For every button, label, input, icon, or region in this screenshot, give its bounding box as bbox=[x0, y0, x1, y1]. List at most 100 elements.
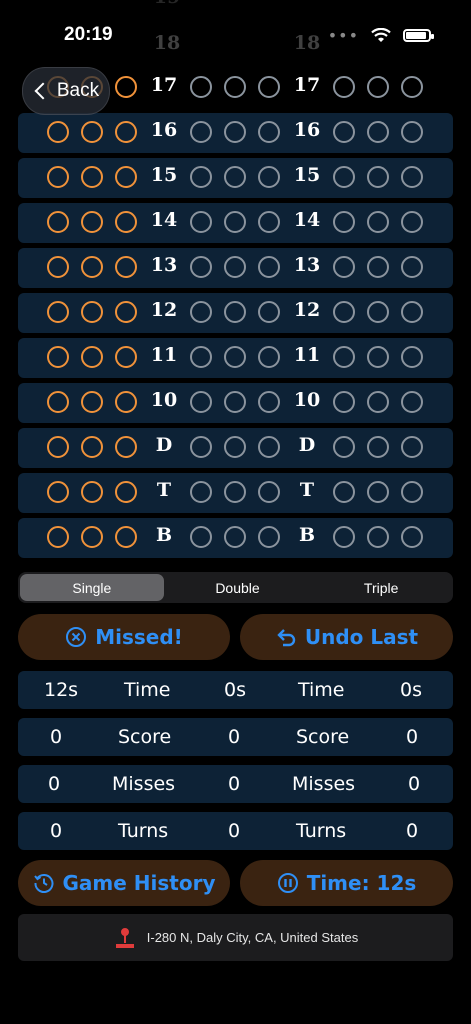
hit-marker-player2[interactable] bbox=[258, 256, 280, 278]
hit-marker-player1[interactable] bbox=[115, 391, 137, 413]
hit-marker-player3[interactable] bbox=[333, 211, 355, 233]
hit-marker-player2[interactable] bbox=[224, 121, 246, 143]
hit-marker-player2[interactable] bbox=[258, 346, 280, 368]
hit-marker-player2[interactable] bbox=[258, 436, 280, 458]
hit-marker-player2[interactable] bbox=[258, 526, 280, 548]
hit-marker-player3[interactable] bbox=[333, 391, 355, 413]
hit-marker-player3[interactable] bbox=[401, 76, 423, 98]
hit-marker-player2[interactable] bbox=[190, 301, 212, 323]
hit-marker-player3[interactable] bbox=[367, 346, 389, 368]
hit-marker-player3[interactable] bbox=[401, 436, 423, 458]
hit-marker-player1[interactable] bbox=[47, 436, 69, 458]
hit-marker-player3[interactable] bbox=[367, 391, 389, 413]
hit-marker-player3[interactable] bbox=[367, 121, 389, 143]
hit-marker-player3[interactable] bbox=[333, 526, 355, 548]
hit-marker-player2[interactable] bbox=[258, 121, 280, 143]
hit-marker-player2[interactable] bbox=[190, 526, 212, 548]
hit-marker-player3[interactable] bbox=[401, 211, 423, 233]
hit-marker-player2[interactable] bbox=[224, 166, 246, 188]
hit-marker-player1[interactable] bbox=[47, 121, 69, 143]
hit-marker-player1[interactable] bbox=[47, 256, 69, 278]
game-history-button[interactable]: Game History bbox=[18, 860, 230, 906]
hit-marker-player2[interactable] bbox=[190, 166, 212, 188]
hit-marker-player1[interactable] bbox=[115, 346, 137, 368]
pause-timer-button[interactable]: Time: 12s bbox=[240, 860, 453, 906]
hit-marker-player3[interactable] bbox=[401, 301, 423, 323]
hit-marker-player2[interactable] bbox=[190, 481, 212, 503]
hit-marker-player1[interactable] bbox=[47, 166, 69, 188]
hit-marker-player1[interactable] bbox=[81, 301, 103, 323]
hit-marker-player2[interactable] bbox=[190, 121, 212, 143]
hit-marker-player1[interactable] bbox=[115, 166, 137, 188]
hit-marker-player1[interactable] bbox=[47, 481, 69, 503]
hit-marker-player2[interactable] bbox=[258, 166, 280, 188]
hit-marker-player3[interactable] bbox=[367, 166, 389, 188]
hit-marker-player1[interactable] bbox=[47, 301, 69, 323]
hit-marker-player3[interactable] bbox=[401, 526, 423, 548]
hit-marker-player1[interactable] bbox=[115, 256, 137, 278]
undo-last-button[interactable]: Undo Last bbox=[240, 614, 453, 660]
hit-marker-player1[interactable] bbox=[115, 301, 137, 323]
hit-marker-player1[interactable] bbox=[81, 526, 103, 548]
hit-marker-player3[interactable] bbox=[367, 256, 389, 278]
hit-marker-player2[interactable] bbox=[190, 76, 212, 98]
hit-marker-player1[interactable] bbox=[47, 391, 69, 413]
hit-marker-player2[interactable] bbox=[258, 76, 280, 98]
hit-marker-player2[interactable] bbox=[224, 76, 246, 98]
hit-marker-player1[interactable] bbox=[115, 526, 137, 548]
hit-marker-player2[interactable] bbox=[190, 391, 212, 413]
hit-marker-player1[interactable] bbox=[115, 76, 137, 98]
hit-marker-player3[interactable] bbox=[333, 301, 355, 323]
hit-marker-player3[interactable] bbox=[333, 436, 355, 458]
hit-marker-player1[interactable] bbox=[47, 211, 69, 233]
hit-marker-player3[interactable] bbox=[333, 481, 355, 503]
hit-marker-player1[interactable] bbox=[115, 121, 137, 143]
hit-marker-player2[interactable] bbox=[224, 526, 246, 548]
segment-triple[interactable]: Triple bbox=[309, 572, 453, 603]
hit-marker-player2[interactable] bbox=[190, 211, 212, 233]
hit-marker-player1[interactable] bbox=[47, 346, 69, 368]
hit-marker-player2[interactable] bbox=[258, 391, 280, 413]
throw-type-segmented-control[interactable]: Single Double Triple bbox=[18, 572, 453, 603]
segment-single[interactable]: Single bbox=[20, 574, 164, 601]
hit-marker-player3[interactable] bbox=[367, 301, 389, 323]
hit-marker-player2[interactable] bbox=[224, 301, 246, 323]
hit-marker-player3[interactable] bbox=[401, 481, 423, 503]
hit-marker-player3[interactable] bbox=[333, 121, 355, 143]
hit-marker-player1[interactable] bbox=[47, 526, 69, 548]
hit-marker-player2[interactable] bbox=[224, 256, 246, 278]
hit-marker-player2[interactable] bbox=[224, 346, 246, 368]
hit-marker-player2[interactable] bbox=[258, 211, 280, 233]
hit-marker-player2[interactable] bbox=[258, 301, 280, 323]
hit-marker-player1[interactable] bbox=[81, 166, 103, 188]
hit-marker-player3[interactable] bbox=[333, 166, 355, 188]
hit-marker-player3[interactable] bbox=[333, 256, 355, 278]
hit-marker-player3[interactable] bbox=[401, 391, 423, 413]
back-button[interactable]: Back bbox=[22, 67, 110, 115]
hit-marker-player3[interactable] bbox=[401, 166, 423, 188]
hit-marker-player1[interactable] bbox=[115, 481, 137, 503]
hit-marker-player3[interactable] bbox=[333, 346, 355, 368]
hit-marker-player3[interactable] bbox=[401, 121, 423, 143]
hit-marker-player2[interactable] bbox=[224, 436, 246, 458]
hit-marker-player2[interactable] bbox=[190, 436, 212, 458]
hit-marker-player3[interactable] bbox=[367, 76, 389, 98]
hit-marker-player2[interactable] bbox=[258, 481, 280, 503]
hit-marker-player1[interactable] bbox=[81, 121, 103, 143]
hit-marker-player2[interactable] bbox=[190, 256, 212, 278]
hit-marker-player3[interactable] bbox=[333, 76, 355, 98]
hit-marker-player2[interactable] bbox=[190, 346, 212, 368]
hit-marker-player3[interactable] bbox=[367, 436, 389, 458]
missed-button[interactable]: Missed! bbox=[18, 614, 230, 660]
hit-marker-player2[interactable] bbox=[224, 211, 246, 233]
segment-double[interactable]: Double bbox=[166, 572, 310, 603]
hit-marker-player1[interactable] bbox=[115, 211, 137, 233]
hit-marker-player1[interactable] bbox=[115, 436, 137, 458]
hit-marker-player3[interactable] bbox=[367, 526, 389, 548]
hit-marker-player1[interactable] bbox=[81, 391, 103, 413]
hit-marker-player3[interactable] bbox=[401, 346, 423, 368]
hit-marker-player2[interactable] bbox=[224, 391, 246, 413]
hit-marker-player2[interactable] bbox=[224, 481, 246, 503]
hit-marker-player1[interactable] bbox=[81, 481, 103, 503]
hit-marker-player3[interactable] bbox=[367, 481, 389, 503]
